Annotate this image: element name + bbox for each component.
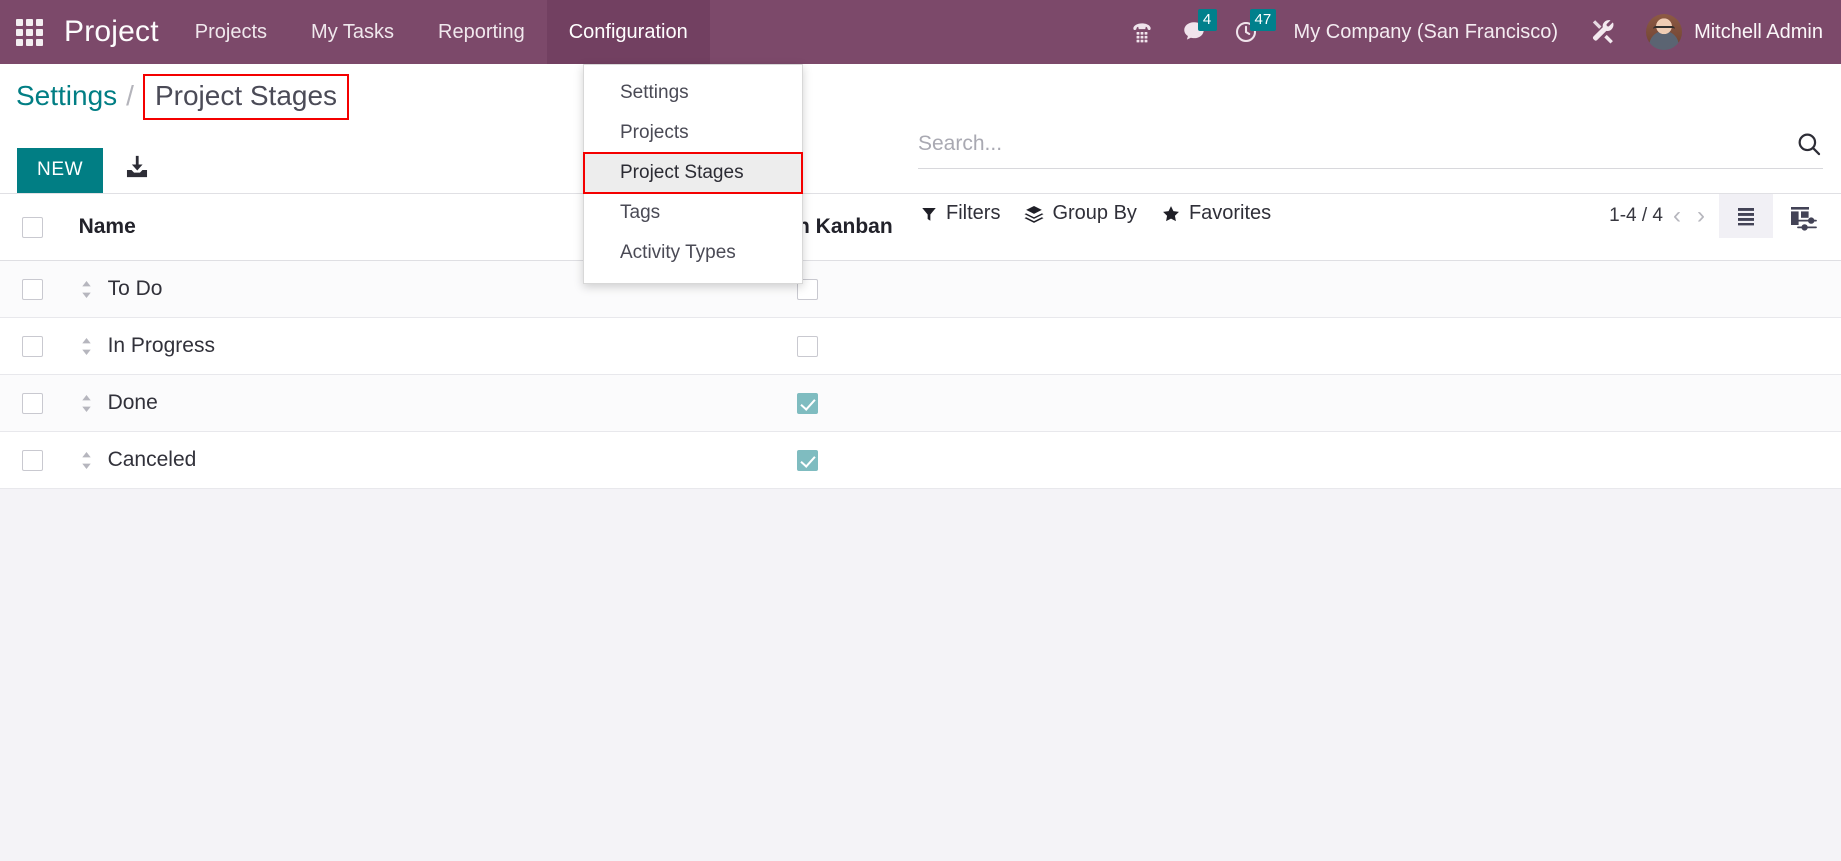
stage-name: In Progress xyxy=(107,334,215,357)
stages-table: Name n Kanban To Do In Progress Done Can… xyxy=(0,194,1841,489)
search-bar xyxy=(918,130,1823,169)
new-button[interactable]: NEW xyxy=(17,148,104,193)
menu-item-projects[interactable]: Projects xyxy=(584,113,802,153)
row-spacer-cell xyxy=(1762,261,1841,318)
configuration-dropdown-menu: Settings Projects Project Stages Tags Ac… xyxy=(583,64,803,284)
apps-grid-icon[interactable] xyxy=(0,0,58,64)
drag-handle-icon[interactable] xyxy=(79,451,94,470)
star-icon xyxy=(1163,205,1179,221)
breadcrumb-current: Project Stages xyxy=(142,74,350,120)
download-icon[interactable] xyxy=(123,153,151,186)
row-spacer-cell xyxy=(1762,432,1841,489)
app-brand-title[interactable]: Project xyxy=(58,15,173,49)
row-select-cell xyxy=(0,318,79,375)
table-row[interactable]: To Do xyxy=(0,260,1841,318)
search-input[interactable] xyxy=(918,132,1785,156)
funnel-icon xyxy=(922,207,936,221)
breadcrumb-separator: / xyxy=(126,80,134,111)
messages-badge: 4 xyxy=(1197,9,1217,31)
favorites-label: Favorites xyxy=(1188,202,1272,224)
messages-menu[interactable]: 4 xyxy=(1168,0,1220,64)
row-select-cell xyxy=(0,432,79,489)
user-menu[interactable]: Mitchell Admin xyxy=(1630,14,1827,50)
row-folded-cell xyxy=(797,318,1762,375)
folded-in-kanban-checkbox[interactable] xyxy=(797,449,819,471)
activities-badge: 47 xyxy=(1249,9,1277,31)
table-row[interactable]: In Progress xyxy=(0,317,1841,375)
row-select-checkbox[interactable] xyxy=(22,278,43,300)
chevron-right-icon[interactable]: › xyxy=(1691,204,1711,228)
filters-button[interactable]: Filters xyxy=(920,202,1000,225)
table-row[interactable]: Done xyxy=(0,374,1841,432)
row-name-cell: In Progress xyxy=(79,318,797,375)
kanban-view-icon[interactable] xyxy=(1773,194,1827,238)
control-panel: Settings / Project Stages NEW Filters Gr… xyxy=(0,64,1841,238)
row-name-cell: Done xyxy=(79,375,797,432)
favorites-button[interactable]: Favorites xyxy=(1161,202,1271,225)
drag-handle-icon[interactable] xyxy=(79,337,94,356)
navbar-right-group: 4 47 My Company (San Francisco) Mitchell… xyxy=(1116,0,1841,64)
nav-item-my-tasks[interactable]: My Tasks xyxy=(289,0,416,64)
stages-list-view: Name n Kanban To Do In Progress Done Can… xyxy=(0,194,1841,489)
wrench-screwdriver-icon[interactable] xyxy=(1576,0,1630,64)
breadcrumb-root[interactable]: Settings xyxy=(16,80,117,112)
folded-in-kanban-checkbox[interactable] xyxy=(797,335,819,357)
select-all-header xyxy=(0,194,79,261)
dialpad-phone-icon[interactable] xyxy=(1116,0,1168,64)
folded-in-kanban-checkbox[interactable] xyxy=(797,392,819,414)
activities-menu[interactable]: 47 xyxy=(1220,0,1277,64)
row-folded-cell xyxy=(797,261,1762,318)
row-spacer-cell xyxy=(1762,318,1841,375)
search-actions: Filters Group By Favorites xyxy=(920,202,1271,225)
row-spacer-cell xyxy=(1762,375,1841,432)
list-view-icon[interactable] xyxy=(1719,194,1773,238)
row-select-checkbox[interactable] xyxy=(22,335,43,357)
nav-item-projects[interactable]: Projects xyxy=(173,0,289,64)
breadcrumb: Settings / Project Stages xyxy=(16,74,350,120)
chevron-left-icon[interactable]: ‹ xyxy=(1667,204,1687,228)
table-body: To Do In Progress Done Canceled xyxy=(0,260,1841,489)
row-folded-cell xyxy=(797,432,1762,489)
top-navbar: Project Projects My Tasks Reporting Conf… xyxy=(0,0,1841,64)
filters-label: Filters xyxy=(946,202,1001,224)
pager-range: 1-4 / 4 xyxy=(1609,205,1663,226)
menu-item-project-stages[interactable]: Project Stages xyxy=(583,152,803,194)
nav-item-configuration[interactable]: Configuration xyxy=(546,0,710,64)
row-select-cell xyxy=(0,375,79,432)
view-switcher xyxy=(1719,194,1827,238)
stage-name: Canceled xyxy=(107,448,197,471)
menu-item-activity-types[interactable]: Activity Types xyxy=(584,233,802,273)
nav-item-reporting[interactable]: Reporting xyxy=(416,0,547,64)
layers-icon xyxy=(1024,205,1044,223)
row-name-cell: Canceled xyxy=(79,432,797,489)
group-by-label: Group By xyxy=(1052,202,1137,224)
stage-name: Done xyxy=(107,391,158,414)
row-select-checkbox[interactable] xyxy=(22,449,43,471)
select-all-checkbox[interactable] xyxy=(22,216,43,238)
drag-handle-icon[interactable] xyxy=(79,394,94,413)
search-icon[interactable] xyxy=(1785,130,1823,158)
avatar xyxy=(1646,14,1683,50)
table-row[interactable]: Canceled xyxy=(0,431,1841,489)
pager: 1-4 / 4 ‹ › xyxy=(1609,204,1711,228)
company-switcher[interactable]: My Company (San Francisco) xyxy=(1272,21,1577,44)
user-name-label: Mitchell Admin xyxy=(1694,20,1823,43)
row-folded-cell xyxy=(797,375,1762,432)
drag-handle-icon[interactable] xyxy=(79,280,94,299)
stage-name: To Do xyxy=(107,277,163,300)
menu-item-settings[interactable]: Settings xyxy=(584,73,802,113)
row-select-checkbox[interactable] xyxy=(22,392,43,414)
row-select-cell xyxy=(0,261,79,318)
menu-item-tags[interactable]: Tags xyxy=(584,193,802,233)
group-by-button[interactable]: Group By xyxy=(1024,202,1137,225)
